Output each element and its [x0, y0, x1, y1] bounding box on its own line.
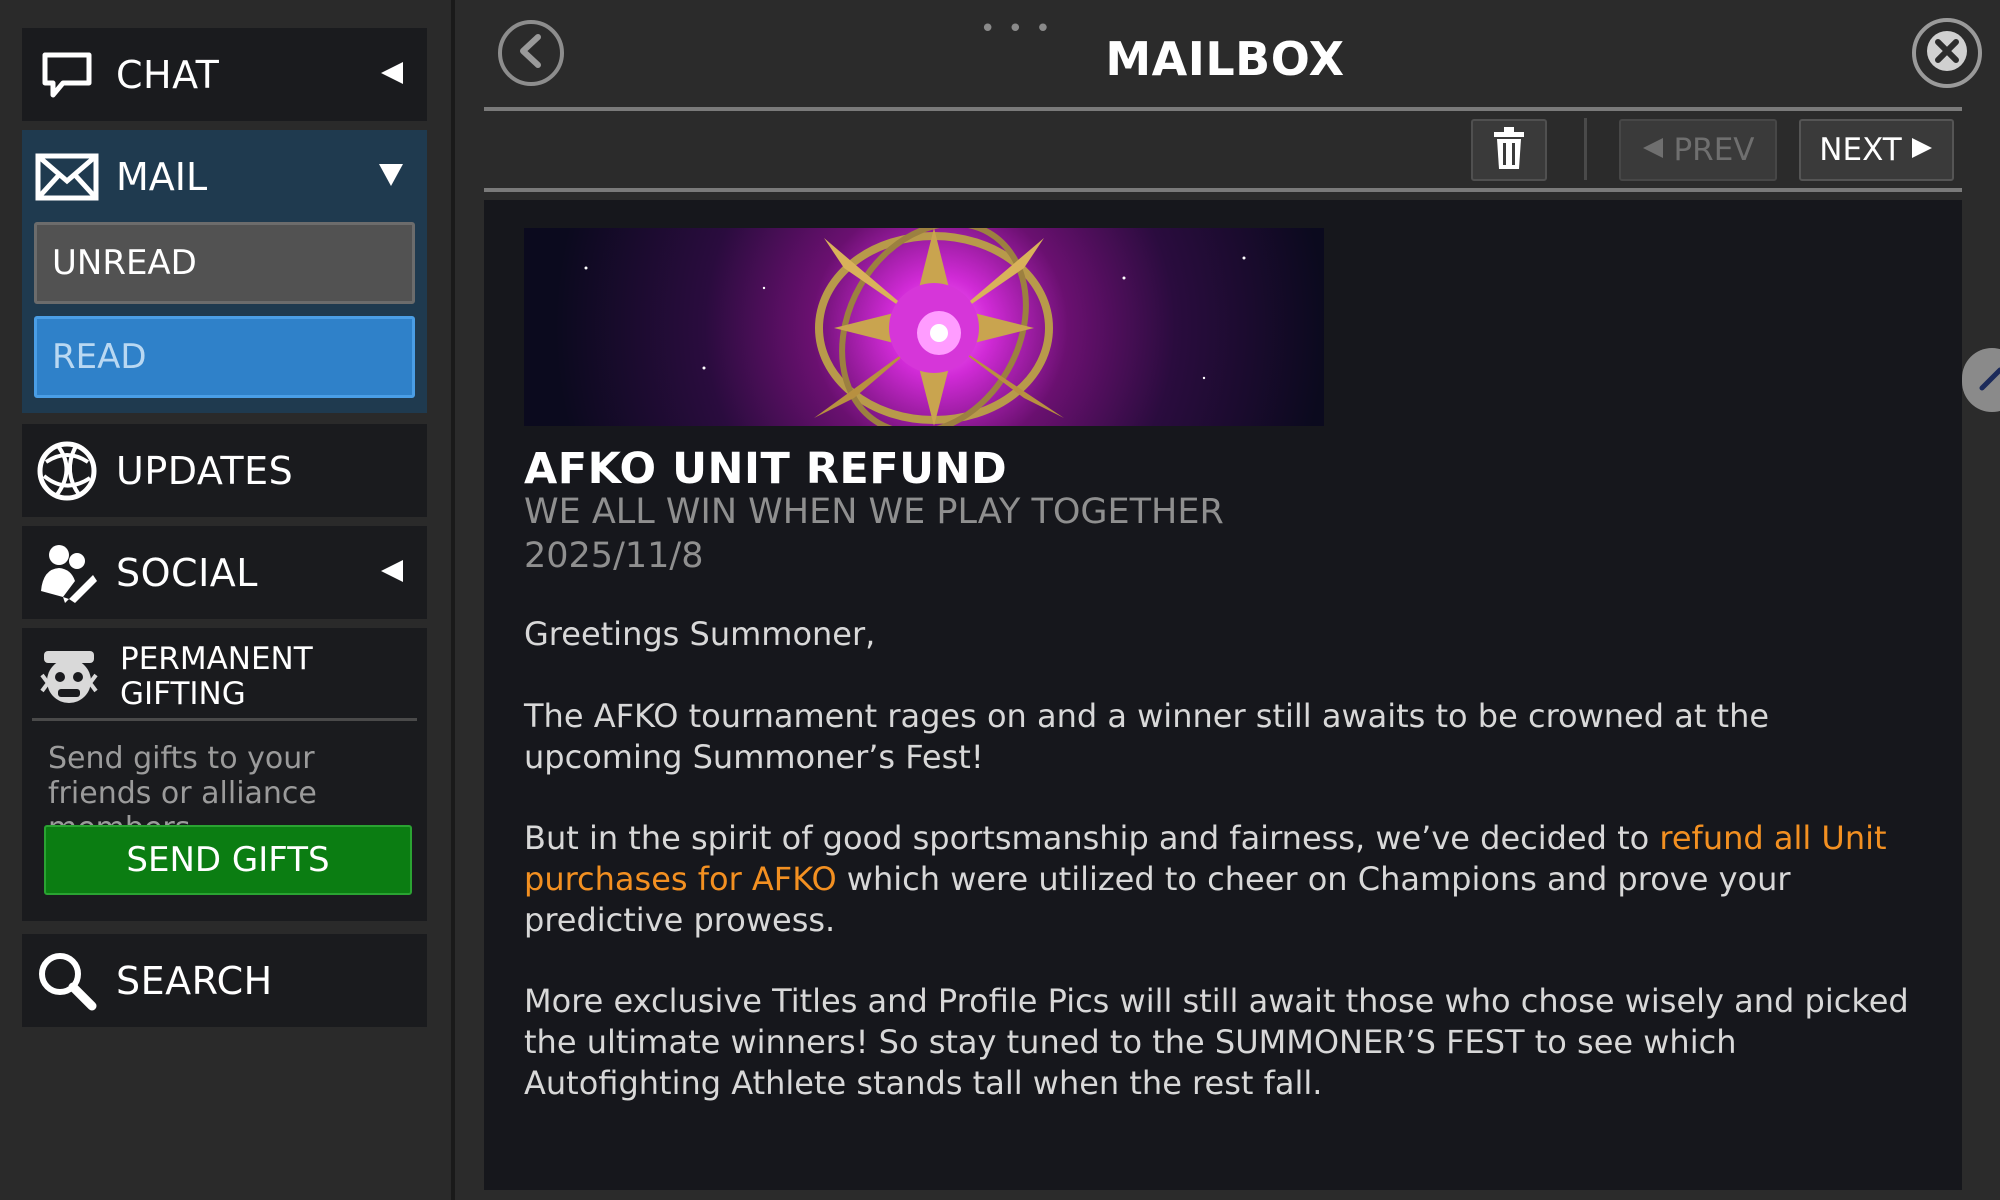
divider [32, 718, 417, 721]
mail-paragraph: More exclusive Titles and Profile Pics w… [524, 982, 1909, 1102]
tab-unread[interactable]: UNREAD [34, 222, 415, 304]
sidebar-item-mail[interactable]: MAIL [22, 130, 427, 223]
mail-greeting: Greetings Summoner, [524, 615, 876, 653]
sidebar-item-label: SOCIAL [116, 550, 258, 595]
prev-button[interactable]: PREV [1619, 119, 1777, 181]
divider [1584, 118, 1587, 180]
next-label: NEXT [1819, 132, 1902, 168]
delete-button[interactable] [1471, 119, 1547, 181]
sidebar-item-label: SEARCH [116, 958, 273, 1003]
mail-banner-image [524, 228, 1324, 426]
gifting-title: PERMANENT GIFTING [120, 641, 313, 712]
mail-subtitle: WE ALL WIN WHEN WE PLAY TOGETHER [524, 492, 1224, 532]
mail-title: AFKO UNIT REFUND [524, 444, 1008, 494]
arrow-right-icon [1910, 132, 1934, 168]
sidebar-item-updates[interactable]: UPDATES [22, 424, 427, 517]
mail-paragraph: But in the spirit of good sportsmanship … [524, 818, 1924, 941]
sidebar: CHAT MAIL UNREAD READ UPDATES SOCIAL PER… [0, 0, 455, 1200]
send-gifts-button[interactable]: SEND GIFTS [44, 825, 412, 895]
edit-tab[interactable] [1962, 348, 2000, 412]
sidebar-item-social[interactable]: SOCIAL [22, 526, 427, 619]
arrow-left-icon [1641, 132, 1665, 168]
permanent-gifting-panel: PERMANENT GIFTING Send gifts to your fri… [22, 628, 427, 921]
tab-read[interactable]: READ [34, 316, 415, 398]
search-icon [32, 946, 102, 1016]
social-people-icon [32, 538, 102, 608]
caret-down-icon [377, 162, 405, 192]
sidebar-item-label: MAIL [116, 154, 208, 199]
mail-content: AFKO UNIT REFUND WE ALL WIN WHEN WE PLAY… [484, 200, 1962, 1190]
page-title: MAILBOX [1105, 32, 1345, 86]
divider [484, 188, 1962, 192]
trash-icon [1492, 126, 1526, 174]
next-button[interactable]: NEXT [1799, 119, 1954, 181]
sidebar-item-search[interactable]: SEARCH [22, 934, 427, 1027]
sidebar-section-mail: MAIL UNREAD READ [22, 130, 427, 413]
envelope-icon [32, 142, 102, 212]
pencil-icon [1976, 364, 2000, 398]
paragraph-text: But in the spirit of good sportsmanship … [524, 819, 1660, 857]
divider [484, 107, 1962, 111]
sidebar-item-label: UPDATES [116, 448, 294, 493]
caret-left-icon [379, 558, 405, 588]
close-button[interactable] [1912, 18, 1982, 88]
mail-paragraph: The AFKO tournament rages on and a winne… [524, 697, 1770, 776]
close-icon [1925, 29, 1969, 77]
globe-icon [32, 436, 102, 506]
gift-mascot-icon [36, 645, 102, 709]
mail-date: 2025/11/8 [524, 536, 704, 576]
prev-label: PREV [1673, 132, 1755, 168]
